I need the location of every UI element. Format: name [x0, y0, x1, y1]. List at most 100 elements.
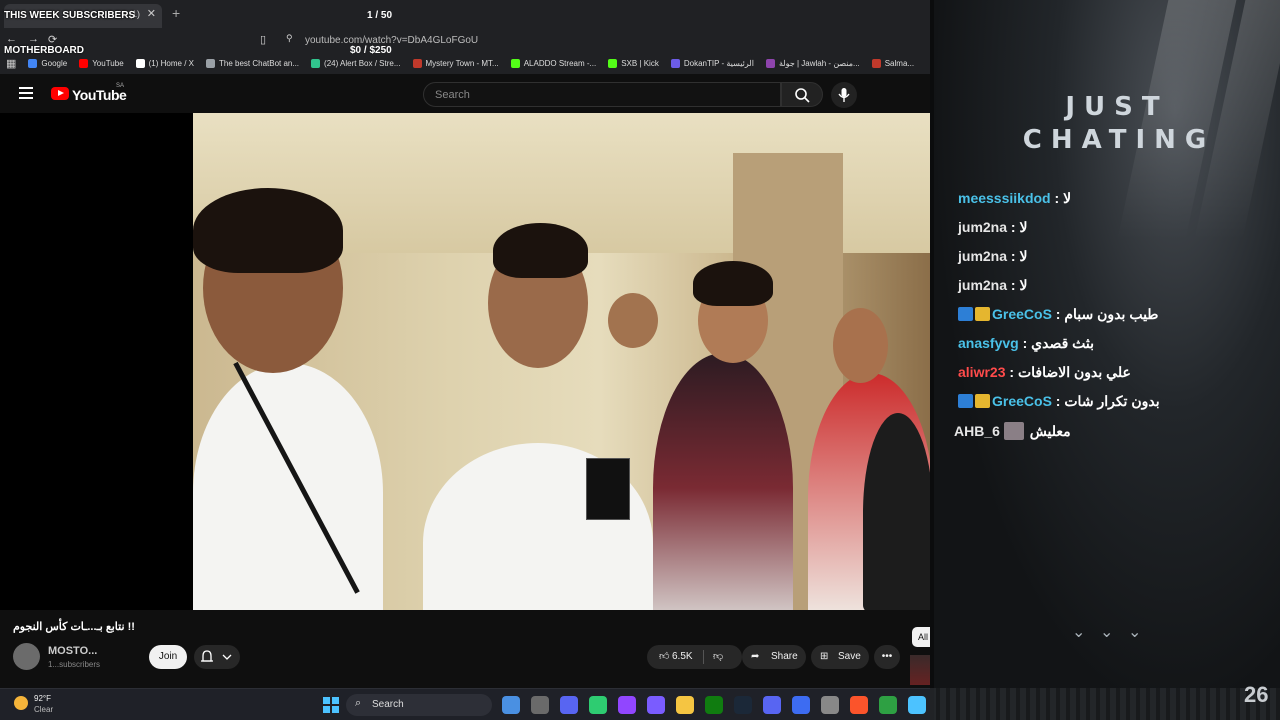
search-button[interactable]: [781, 82, 823, 107]
save-button[interactable]: ⊞ Save: [811, 645, 869, 669]
youtube-header: YouTube SA Search: [0, 74, 930, 114]
taskbar-app-icon[interactable]: [502, 696, 520, 714]
new-tab-icon[interactable]: +: [172, 5, 180, 21]
bookmark-label: Google: [41, 58, 68, 68]
taskbar-app-icon[interactable]: [734, 696, 752, 714]
close-tab-icon[interactable]: ✕: [147, 7, 156, 20]
like-count[interactable]: 6.5K: [672, 645, 693, 669]
youtube-logo-text[interactable]: YouTube: [72, 87, 127, 103]
weather-condition[interactable]: Clear: [34, 705, 53, 714]
chat-message: jum2na : لا: [958, 277, 1028, 293]
chat-avatar-icon: [1003, 422, 1024, 440]
taskbar-app-icon[interactable]: [908, 696, 926, 714]
video-letterbox: [0, 113, 193, 610]
chat-text: طيب بدون سبام: [1064, 306, 1159, 322]
panel-divider: [930, 0, 934, 720]
video-person-hair: [193, 188, 343, 273]
bookmark-favicon-icon: [412, 58, 422, 68]
chat-username: AHB_6: [954, 423, 1000, 439]
taskbar-app-icon[interactable]: [879, 696, 897, 714]
dislike-icon[interactable]: 👎︎: [713, 645, 723, 669]
like-icon[interactable]: 👍︎: [659, 645, 669, 669]
video-badge: [586, 458, 630, 520]
taskbar-app-icon[interactable]: [589, 696, 607, 714]
bookmark-icon[interactable]: ▯: [260, 33, 266, 46]
bookmark-favicon-icon: [510, 58, 520, 68]
chat-text: معليش: [1029, 423, 1071, 439]
chat-username: GreeCoS: [992, 306, 1052, 322]
taskbar-app-icon[interactable]: [618, 696, 636, 714]
bookmark-label: Mystery Town - MT...: [425, 58, 499, 68]
menu-icon[interactable]: [19, 87, 33, 99]
video-player[interactable]: [193, 113, 933, 610]
video-person-head: [608, 293, 658, 348]
chat-text: بثث قصدي: [1031, 335, 1095, 351]
youtube-logo-icon[interactable]: [51, 87, 69, 100]
decorative-border: [930, 688, 1280, 720]
chat-username: jum2na: [958, 248, 1008, 264]
weather-temperature[interactable]: 92°F: [34, 694, 51, 703]
bookmark-label: جولة | Jawlah - منصن...: [778, 58, 860, 68]
search-input[interactable]: Search: [423, 82, 781, 107]
bookmark-item[interactable]: Salma...: [871, 58, 914, 68]
share-button[interactable]: ➦ Share: [742, 645, 806, 669]
save-icon: ⊞: [820, 651, 829, 662]
bookmark-item[interactable]: ALADDO Stream -...: [510, 58, 597, 68]
bookmark-item[interactable]: جولة | Jawlah - منصن...: [765, 58, 860, 68]
bookmark-label: (24) Alert Box / Stre...: [324, 58, 401, 68]
address-bar: ← → ⟳ ▯ ⚲ youtube.com/watch?v=DbA4GLoFGo…: [0, 30, 930, 52]
voice-search-button[interactable]: [831, 82, 857, 108]
chat-text: لا: [1019, 277, 1028, 293]
taskbar-app-icons: [502, 696, 926, 714]
video-title: نتابع بـ...ـات كأس النجوم !!: [13, 621, 135, 633]
bookmark-favicon-icon: [871, 58, 881, 68]
apps-grid-icon[interactable]: ▦: [6, 57, 16, 70]
like-dislike-group: 👍︎ 6.5K 👎︎: [647, 645, 742, 669]
notification-bell-button[interactable]: [194, 645, 240, 669]
channel-avatar[interactable]: [13, 643, 40, 670]
bookmark-item[interactable]: SXB | Kick: [608, 58, 659, 68]
join-button[interactable]: Join: [149, 645, 187, 669]
site-info-icon[interactable]: ⚲: [286, 33, 293, 44]
taskbar-app-icon[interactable]: [560, 696, 578, 714]
bookmark-item[interactable]: DokanTIP - الرئيسية: [670, 58, 754, 68]
chat-message: anasfyvg : بثث قصدي: [958, 335, 1095, 351]
taskbar-search[interactable]: ⌕ Search: [346, 694, 492, 716]
region-code: SA: [116, 83, 125, 89]
more-icon: •••: [881, 651, 893, 662]
bookmark-favicon-icon: [205, 58, 215, 68]
taskbar-app-icon[interactable]: [647, 696, 665, 714]
weather-icon[interactable]: [14, 696, 28, 710]
bookmark-item[interactable]: Mystery Town - MT...: [412, 58, 499, 68]
bookmark-favicon-icon: [135, 58, 145, 68]
start-button[interactable]: [323, 697, 339, 713]
bookmark-label: ALADDO Stream -...: [523, 58, 597, 68]
taskbar-app-icon[interactable]: [763, 696, 781, 714]
share-icon: ➦: [751, 651, 760, 662]
chat-username: meesssiikdod: [958, 190, 1051, 206]
bell-icon: [201, 650, 232, 662]
taskbar-app-icon[interactable]: [850, 696, 868, 714]
bookmark-item[interactable]: Google: [28, 58, 68, 68]
taskbar-app-icon[interactable]: [821, 696, 839, 714]
bookmark-item[interactable]: (24) Alert Box / Stre...: [311, 58, 401, 68]
chat-message: AHB_6 معليش: [954, 422, 1071, 444]
chat-text: بدون تكرار شات: [1064, 393, 1160, 409]
chat-message: meesssiikdod : لا: [958, 190, 1072, 206]
taskbar-app-icon[interactable]: [676, 696, 694, 714]
bookmark-favicon-icon: [765, 58, 775, 68]
more-actions-button[interactable]: •••: [874, 645, 900, 669]
back-icon[interactable]: ←: [6, 33, 17, 45]
taskbar-app-icon[interactable]: [705, 696, 723, 714]
bookmark-item[interactable]: YouTube: [79, 58, 124, 68]
windows-taskbar: 92°F Clear ⌕ Search: [0, 688, 934, 720]
channel-name[interactable]: MOSTO...: [48, 645, 97, 657]
microphone-icon: [838, 88, 850, 102]
bookmark-item[interactable]: The best ChatBot an...: [205, 58, 299, 68]
forward-icon[interactable]: →: [28, 33, 39, 45]
taskbar-app-icon[interactable]: [531, 696, 549, 714]
video-person-head: [833, 308, 888, 383]
chat-message: jum2na : لا: [958, 248, 1028, 264]
bookmark-item[interactable]: (1) Home / X: [135, 58, 194, 68]
taskbar-app-icon[interactable]: [792, 696, 810, 714]
